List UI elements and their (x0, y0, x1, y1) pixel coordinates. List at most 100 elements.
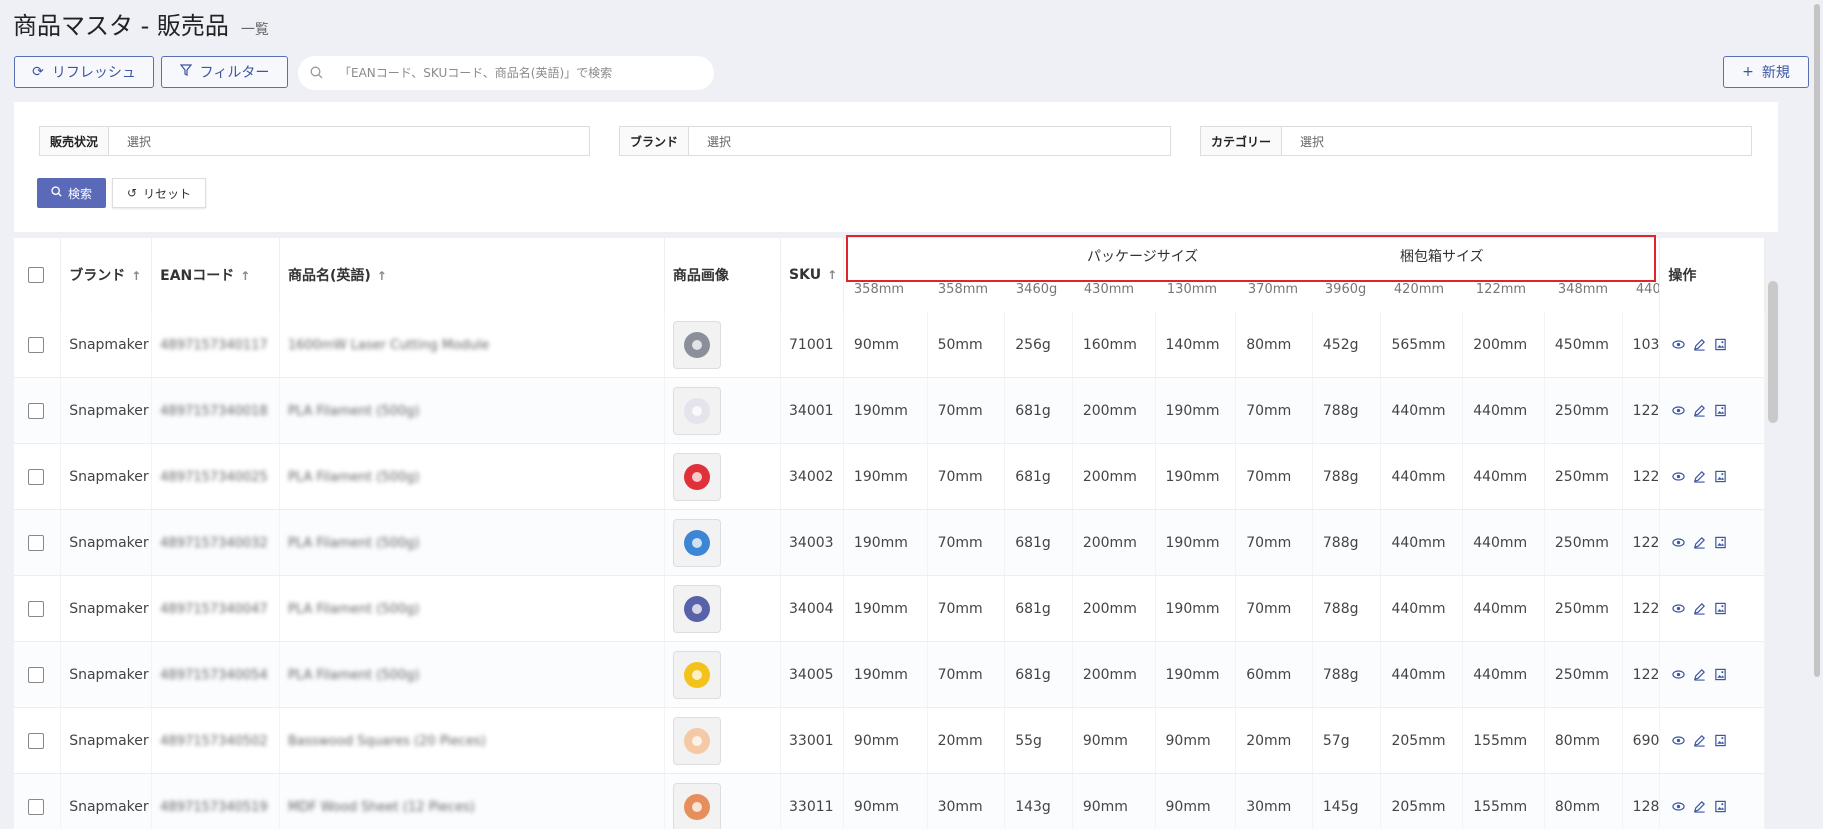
dimension-cell: 250mm (1544, 575, 1623, 642)
view-icon[interactable] (1672, 668, 1686, 682)
edit-icon[interactable] (1693, 470, 1707, 484)
view-icon[interactable] (1672, 536, 1686, 550)
table-row[interactable]: Snapmaker 4897157340519 MDF Wood Sheet (12… (14, 773, 1765, 829)
product-thumbnail[interactable] (672, 782, 721, 829)
brand-filter[interactable]: ブランド 選択 (619, 126, 1171, 156)
edit-icon[interactable] (1693, 602, 1707, 616)
refresh-button[interactable]: ⟳ リフレッシュ (14, 56, 154, 88)
dimension-cell: 440mm (1380, 575, 1464, 642)
sku-column-header[interactable]: SKU ↑ (780, 238, 844, 312)
view-icon[interactable] (1672, 734, 1686, 748)
category-filter[interactable]: カテゴリー 選択 (1200, 126, 1752, 156)
search-box[interactable] (298, 56, 714, 90)
image-icon[interactable] (1714, 470, 1728, 484)
table-row[interactable]: Snapmaker 4897157340047 PLA Filament (500g… (14, 575, 1765, 642)
sort-arrow-icon[interactable]: ↑ (240, 269, 250, 283)
reset-button-label: リセット (143, 186, 192, 201)
dimension-cell: 200mm (1072, 509, 1156, 576)
image-icon[interactable] (1714, 668, 1728, 682)
filter-button[interactable]: フィルター (161, 56, 288, 88)
view-icon[interactable] (1672, 602, 1686, 616)
row-checkbox[interactable] (28, 468, 44, 485)
product-thumbnail[interactable] (672, 386, 721, 435)
partial-dimension-cell: 348mm (1557, 282, 1609, 297)
name-value: 1600mW Laser Cutting Module (287, 337, 490, 353)
name-column-header[interactable]: 商品名(英語) ↑ (279, 238, 665, 312)
category-select[interactable]: 選択 (1282, 127, 1751, 155)
product-image (683, 397, 710, 424)
ean-column-header[interactable]: EANコード ↑ (151, 238, 280, 312)
sort-arrow-icon[interactable]: ↑ (377, 269, 387, 283)
product-image (683, 661, 710, 688)
new-button[interactable]: + 新規 (1723, 56, 1809, 88)
edit-icon[interactable] (1693, 536, 1707, 550)
dimension-cell: 190mm (1155, 575, 1237, 642)
brand-cell: Snapmaker (60, 509, 153, 576)
name-value: PLA Filament (500g) (287, 535, 420, 551)
dimension-cell: 681g (1004, 443, 1073, 510)
partial-dimension-cell: 358mm (853, 282, 905, 297)
table-row[interactable]: Snapmaker 4897157340502 Basswood Squares (… (14, 707, 1765, 774)
toolbar: ⟳ リフレッシュ フィルター + 新規 (14, 56, 1809, 90)
edit-icon[interactable] (1693, 338, 1707, 352)
sort-arrow-icon[interactable]: ↑ (827, 268, 837, 282)
dimension-cell: 440mm (1380, 377, 1464, 444)
table-row[interactable]: Snapmaker 4897157340117 1600mW Laser Cutti… (14, 312, 1765, 378)
select-all-checkbox[interactable] (28, 267, 44, 283)
dimension-cell: 190mm (843, 443, 928, 510)
row-select-cell (14, 575, 62, 642)
view-icon[interactable] (1672, 338, 1686, 352)
edit-icon[interactable] (1693, 734, 1707, 748)
brand-column-header[interactable]: ブランド ↑ (60, 238, 153, 312)
table-row[interactable]: Snapmaker 4897157340025 PLA Filament (500g… (14, 443, 1765, 510)
row-checkbox[interactable] (28, 798, 44, 815)
table-row[interactable]: Snapmaker 4897157340018 PLA Filament (500g… (14, 377, 1765, 444)
image-icon[interactable] (1714, 734, 1728, 748)
brand-select[interactable]: 選択 (689, 127, 1170, 155)
image-header-label: 商品画像 (672, 268, 729, 284)
sort-arrow-icon[interactable]: ↑ (131, 269, 141, 283)
image-icon[interactable] (1714, 800, 1728, 814)
edit-icon[interactable] (1693, 404, 1707, 418)
row-checkbox[interactable] (28, 534, 44, 551)
ean-value: 4897157340025 (160, 469, 268, 485)
page-scrollbar[interactable] (1811, 0, 1823, 829)
view-icon[interactable] (1672, 800, 1686, 814)
product-thumbnail[interactable] (672, 452, 721, 501)
image-icon[interactable] (1714, 404, 1728, 418)
table-row[interactable]: Snapmaker 4897157340032 PLA Filament (500g… (14, 509, 1765, 576)
image-icon[interactable] (1714, 536, 1728, 550)
dimension-cell: 452g (1312, 312, 1382, 378)
actions-cell (1659, 443, 1765, 510)
row-checkbox[interactable] (28, 600, 44, 617)
reset-button[interactable]: ↺ リセット (112, 178, 206, 208)
table-row[interactable]: Snapmaker 4897157340054 PLA Filament (500g… (14, 641, 1765, 708)
ean-cell: 4897157340117 (151, 312, 280, 378)
row-checkbox[interactable] (28, 666, 44, 683)
status-select[interactable]: 選択 (109, 127, 589, 155)
row-checkbox[interactable] (28, 336, 44, 353)
product-thumbnail[interactable] (672, 518, 721, 567)
product-table-grid: ブランド ↑ EANコード ↑ 商品名(英語) ↑ 商品画像 SKU ↑ 358mm 35… (14, 238, 1765, 829)
product-thumbnail[interactable] (672, 320, 721, 369)
image-icon[interactable] (1714, 338, 1728, 352)
dimension-cell: 250mm (1544, 443, 1623, 510)
search-input[interactable] (337, 65, 714, 81)
status-filter[interactable]: 販売状況 選択 (39, 126, 590, 156)
edit-icon[interactable] (1693, 668, 1707, 682)
table-scrollbar[interactable] (1768, 281, 1778, 423)
image-icon[interactable] (1714, 602, 1728, 616)
page-scrollbar-thumb[interactable] (1814, 4, 1820, 677)
ean-cell: 4897157340025 (151, 443, 280, 510)
view-icon[interactable] (1672, 470, 1686, 484)
row-checkbox[interactable] (28, 732, 44, 749)
sku-cell: 34005 (780, 641, 844, 708)
row-checkbox[interactable] (28, 402, 44, 419)
edit-icon[interactable] (1693, 800, 1707, 814)
dimension-cell: 103 (1622, 312, 1661, 378)
product-thumbnail[interactable] (672, 650, 721, 699)
product-thumbnail[interactable] (672, 584, 721, 633)
search-button[interactable]: 検索 (37, 178, 106, 208)
product-thumbnail[interactable] (672, 716, 721, 765)
view-icon[interactable] (1672, 404, 1686, 418)
